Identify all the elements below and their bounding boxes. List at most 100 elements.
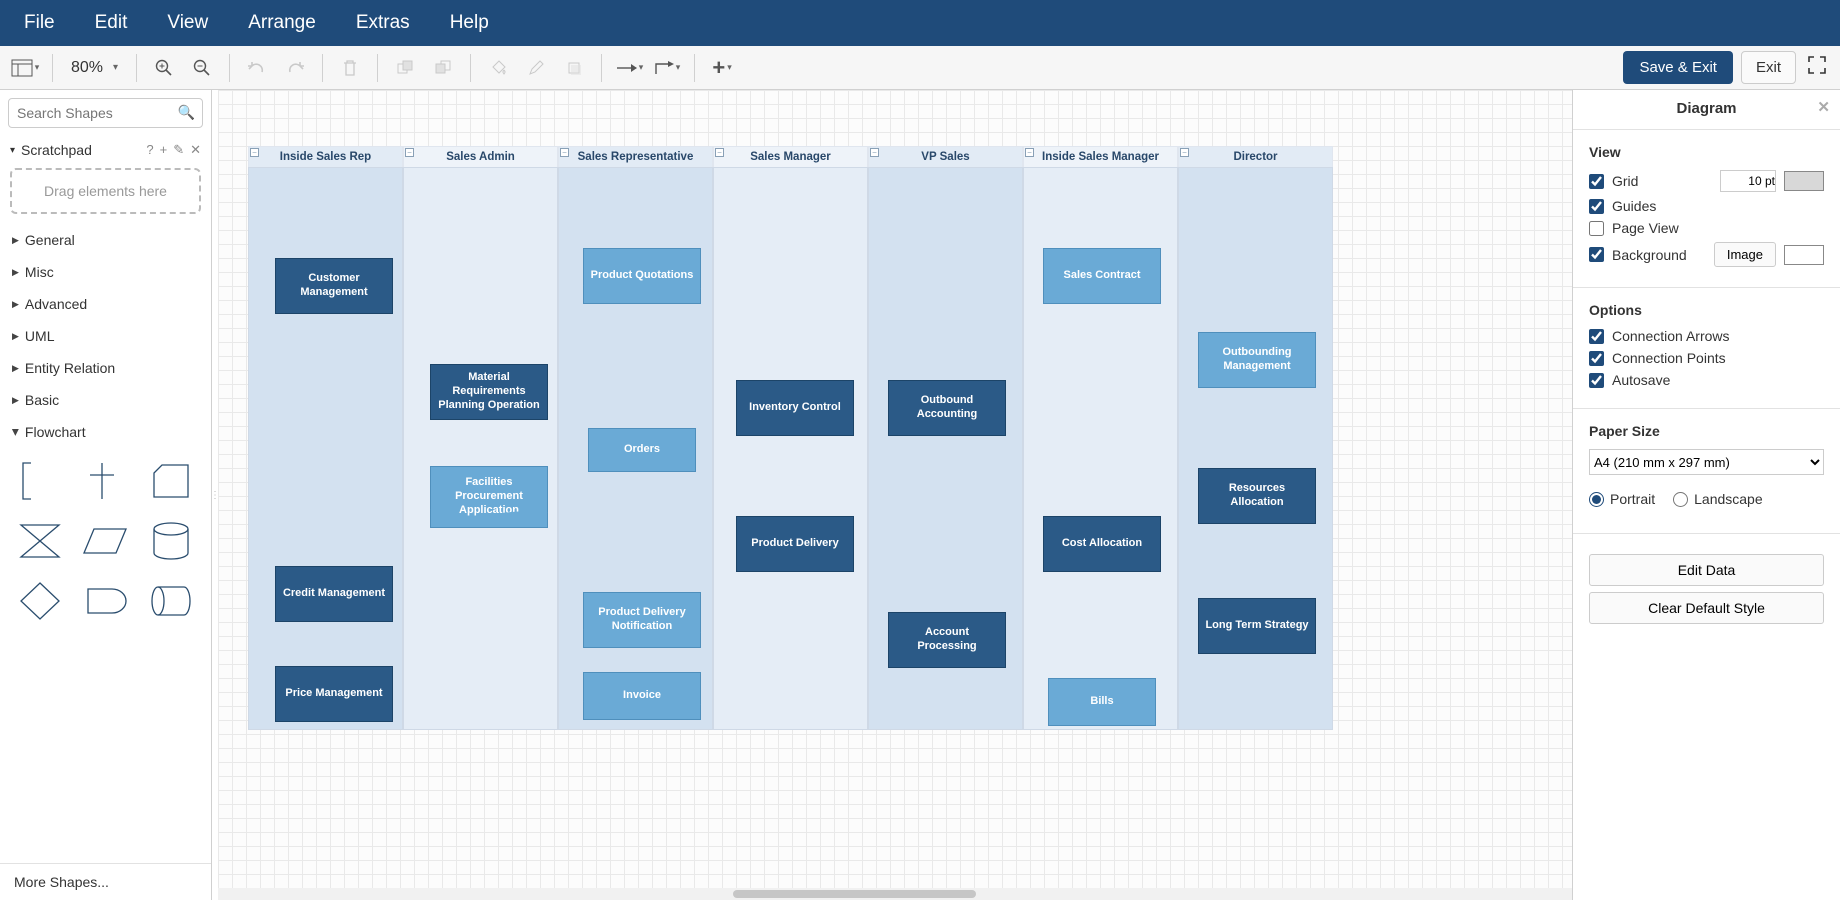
background-checkbox[interactable] <box>1589 247 1604 262</box>
redo-button[interactable] <box>280 53 310 83</box>
cat-entity[interactable]: ▶Entity Relation <box>0 352 211 384</box>
shape-direct-data[interactable] <box>145 578 197 624</box>
shape-delay[interactable] <box>80 578 132 624</box>
shape-annotation[interactable] <box>14 458 66 504</box>
menu-file[interactable]: File <box>8 2 71 44</box>
add-icon[interactable]: + <box>160 142 168 158</box>
delete-button[interactable] <box>335 53 365 83</box>
scratchpad-dropzone[interactable]: Drag elements here <box>10 168 201 214</box>
paper-size-select[interactable]: A4 (210 mm x 297 mm) <box>1589 449 1824 475</box>
diagram-node[interactable]: Resources Allocation <box>1198 468 1316 524</box>
diagram-node[interactable]: Cost Allocation <box>1043 516 1161 572</box>
to-back-button[interactable] <box>428 53 458 83</box>
pencil-icon <box>527 59 545 77</box>
diagram-node[interactable]: Customer Management <box>275 258 393 314</box>
portrait-radio[interactable] <box>1589 492 1604 507</box>
chevron-down-icon: ▾ <box>10 145 15 156</box>
diagram-node[interactable]: Orders <box>588 428 696 472</box>
diagram-node[interactable]: Outbounding Management <box>1198 332 1316 388</box>
more-shapes-button[interactable]: More Shapes... <box>0 863 211 900</box>
close-icon[interactable]: ✕ <box>190 142 201 158</box>
to-front-icon <box>396 59 414 77</box>
fullscreen-button[interactable] <box>1804 52 1830 83</box>
help-icon[interactable]: ? <box>146 142 153 158</box>
diagram-node[interactable]: Product Delivery Notification <box>583 592 701 648</box>
diagram-node[interactable]: Inventory Control <box>736 380 854 436</box>
stroke-button[interactable] <box>521 53 551 83</box>
cat-general[interactable]: ▶General <box>0 224 211 256</box>
scratchpad-header[interactable]: ▾ Scratchpad ? + ✎ ✕ <box>0 136 211 164</box>
conn-arrows-checkbox[interactable] <box>1589 329 1604 344</box>
insert-button[interactable]: + ▾ <box>707 53 737 83</box>
diagram-node[interactable]: Product Quotations <box>583 248 701 304</box>
exit-button[interactable]: Exit <box>1741 51 1796 84</box>
swimlane[interactable]: −Sales Manager <box>713 146 868 730</box>
diagram-node[interactable]: Sales Contract <box>1043 248 1161 304</box>
diagram-node[interactable]: Bills <box>1048 678 1156 726</box>
cat-flowchart[interactable]: ▶Flowchart <box>0 416 211 448</box>
shadow-button[interactable] <box>559 53 589 83</box>
fill-button[interactable] <box>483 53 513 83</box>
pageview-checkbox[interactable] <box>1589 221 1604 236</box>
paint-bucket-icon <box>489 59 507 77</box>
swimlane[interactable]: −Inside Sales Manager <box>1023 146 1178 730</box>
shape-card[interactable] <box>145 458 197 504</box>
edit-icon[interactable]: ✎ <box>173 142 184 158</box>
search-icon: 🔍 <box>178 104 195 121</box>
edit-data-button[interactable]: Edit Data <box>1589 554 1824 586</box>
swimlane-title: VP Sales <box>868 146 1023 168</box>
to-front-button[interactable] <box>390 53 420 83</box>
diagram-node[interactable]: Product Delivery <box>736 516 854 572</box>
canvas[interactable]: −Inside Sales Rep−Sales Admin−Sales Repr… <box>218 90 1572 900</box>
diagram-node[interactable]: Credit Management <box>275 566 393 622</box>
search-shapes-input[interactable] <box>8 98 203 128</box>
cat-advanced[interactable]: ▶Advanced <box>0 288 211 320</box>
autosave-checkbox[interactable] <box>1589 373 1604 388</box>
menu-help[interactable]: Help <box>434 2 505 44</box>
view-mode-button[interactable]: ▾ <box>10 53 40 83</box>
zoom-out-button[interactable] <box>187 53 217 83</box>
zoom-level[interactable]: 80% ▾ <box>65 59 124 77</box>
grid-size-input[interactable] <box>1720 170 1776 192</box>
menu-extras[interactable]: Extras <box>340 2 426 44</box>
grid-color-swatch[interactable] <box>1784 171 1824 191</box>
diagram-node[interactable]: Material Requirements Planning Operation <box>430 364 548 420</box>
diagram-node[interactable]: Invoice <box>583 672 701 720</box>
diagram-node[interactable]: Long Term Strategy <box>1198 598 1316 654</box>
diagram-node[interactable]: Outbound Accounting <box>888 380 1006 436</box>
undo-button[interactable] <box>242 53 272 83</box>
zoom-in-button[interactable] <box>149 53 179 83</box>
clear-style-button[interactable]: Clear Default Style <box>1589 592 1824 624</box>
menu-view[interactable]: View <box>151 2 224 44</box>
grid-checkbox[interactable] <box>1589 174 1604 189</box>
swimlane[interactable]: −Inside Sales Rep <box>248 146 403 730</box>
elbow-icon <box>654 60 674 76</box>
chevron-down-icon: ▾ <box>727 62 732 73</box>
cat-basic[interactable]: ▶Basic <box>0 384 211 416</box>
guides-checkbox[interactable] <box>1589 199 1604 214</box>
menu-arrange[interactable]: Arrange <box>232 2 332 44</box>
background-image-button[interactable]: Image <box>1714 242 1776 267</box>
fullscreen-icon <box>1808 56 1826 74</box>
diagram-node[interactable]: Price Management <box>275 666 393 722</box>
shape-annotation-2[interactable] <box>80 458 132 504</box>
shape-decision[interactable] <box>14 578 66 624</box>
cat-uml[interactable]: ▶UML <box>0 320 211 352</box>
landscape-radio[interactable] <box>1673 492 1688 507</box>
cat-misc[interactable]: ▶Misc <box>0 256 211 288</box>
conn-points-checkbox[interactable] <box>1589 351 1604 366</box>
menu-edit[interactable]: Edit <box>79 2 144 44</box>
shape-data[interactable] <box>80 518 132 564</box>
waypoint-style-button[interactable]: ▾ <box>652 53 682 83</box>
panel-close-button[interactable]: ✕ <box>1817 98 1830 116</box>
background-color-swatch[interactable] <box>1784 245 1824 265</box>
canvas-scrollbar[interactable] <box>218 888 1572 900</box>
scratchpad-label: Scratchpad <box>21 142 92 158</box>
shape-database[interactable] <box>145 518 197 564</box>
shape-collate[interactable] <box>14 518 66 564</box>
save-exit-button[interactable]: Save & Exit <box>1623 51 1733 84</box>
swimlane[interactable]: −Sales Admin <box>403 146 558 730</box>
connection-style-button[interactable]: ▾ <box>614 53 644 83</box>
diagram-node[interactable]: Account Processing <box>888 612 1006 668</box>
diagram-node[interactable]: Facilities Procurement Application <box>430 466 548 528</box>
